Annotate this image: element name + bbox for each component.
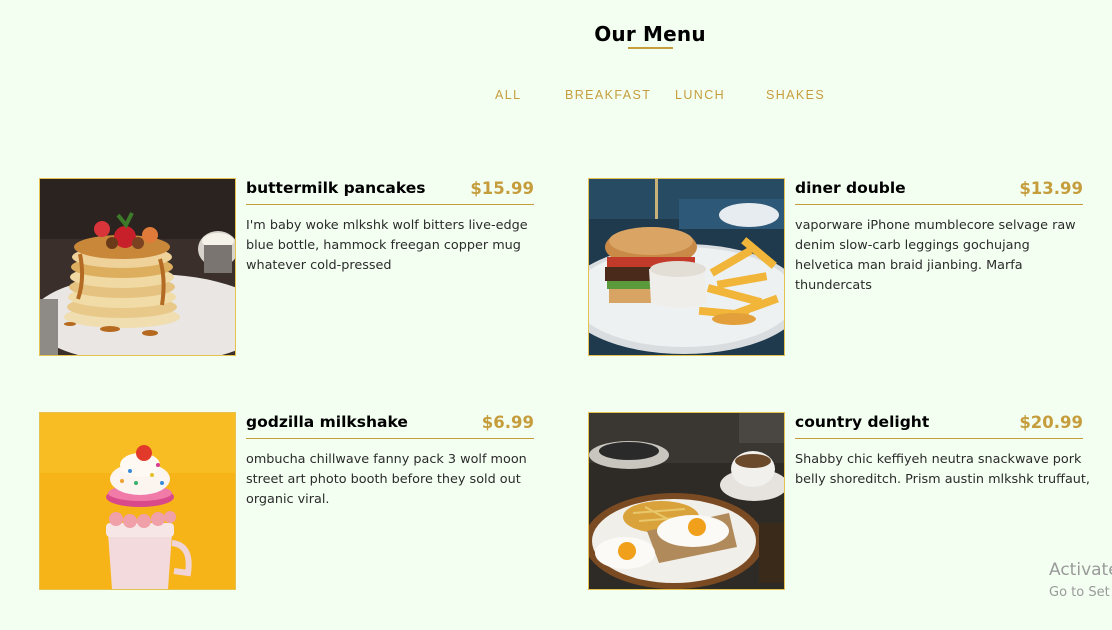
description-line: ombucha chillwave fanny pack 3 wolf moon xyxy=(246,452,527,467)
activation-watermark-subtitle: Go to Set xyxy=(1049,585,1110,600)
menu-item-price: $13.99 xyxy=(1019,179,1083,198)
menu-item-header: diner double $13.99 xyxy=(795,178,1083,205)
menu-item-name: godzilla milkshake xyxy=(246,413,408,431)
filter-tab-lunch[interactable]: LUNCH xyxy=(675,88,725,102)
page-title: Our Menu xyxy=(594,22,706,46)
description-line: whatever cold-pressed xyxy=(246,258,392,273)
menu-item: godzilla milkshake $6.99 ombucha chillwa… xyxy=(39,412,535,592)
description-line: vaporware iPhone mumblecore selvage raw xyxy=(795,218,1076,233)
milkshake-photo xyxy=(40,413,235,589)
menu-item-description: I'm baby woke mlkshk wolf bitters live-e… xyxy=(246,216,538,276)
menu-item-header: buttermilk pancakes $15.99 xyxy=(246,178,534,205)
menu-item-description: ombucha chillwave fanny pack 3 wolf moon… xyxy=(246,450,538,510)
menu-item-name: buttermilk pancakes xyxy=(246,179,426,197)
menu-item-header: country delight $20.99 xyxy=(795,412,1083,439)
menu-item-photo xyxy=(39,178,236,356)
menu-item-description: Shabby chic keffiyeh neutra snackwave po… xyxy=(795,450,1090,490)
menu-item-photo xyxy=(588,412,785,590)
menu-item: country delight $20.99 Shabby chic keffi… xyxy=(588,412,1090,592)
menu-item-photo xyxy=(588,178,785,356)
description-line: Shabby chic keffiyeh neutra snackwave po… xyxy=(795,452,1082,467)
filter-tab-breakfast[interactable]: BREAKFAST xyxy=(565,88,651,102)
menu-item-description: vaporware iPhone mumblecore selvage raw … xyxy=(795,216,1087,296)
description-line: belly shoreditch. Prism austin mlkshk tr… xyxy=(795,472,1090,487)
menu-item-name: country delight xyxy=(795,413,930,431)
description-line: helvetica man braid jianbing. Marfa xyxy=(795,258,1023,273)
menu-item-price: $15.99 xyxy=(470,179,534,198)
description-line: blue bottle, hammock freegan copper mug xyxy=(246,238,521,253)
filter-tab-shakes[interactable]: SHAKES xyxy=(766,88,825,102)
breakfast-photo xyxy=(589,413,784,589)
menu-item-photo xyxy=(39,412,236,590)
menu-item-price: $20.99 xyxy=(1019,413,1083,432)
pancakes-photo xyxy=(40,179,235,355)
description-line: thundercats xyxy=(795,278,872,293)
filter-tab-all[interactable]: ALL xyxy=(495,88,521,102)
description-line: organic viral. xyxy=(246,492,330,507)
menu-item-header: godzilla milkshake $6.99 xyxy=(246,412,534,439)
title-underline xyxy=(628,47,673,49)
description-line: street art photo booth before they sold … xyxy=(246,472,521,487)
menu-item-price: $6.99 xyxy=(481,413,534,432)
menu-item: buttermilk pancakes $15.99 I'm baby woke… xyxy=(39,178,535,358)
menu-item-name: diner double xyxy=(795,179,906,197)
description-line: denim slow-carb leggings gochujang xyxy=(795,238,1030,253)
burger-photo xyxy=(589,179,784,355)
menu-item: diner double $13.99 vaporware iPhone mum… xyxy=(588,178,1084,358)
description-line: I'm baby woke mlkshk wolf bitters live-e… xyxy=(246,218,528,233)
activation-watermark-title: Activate xyxy=(1049,560,1112,580)
